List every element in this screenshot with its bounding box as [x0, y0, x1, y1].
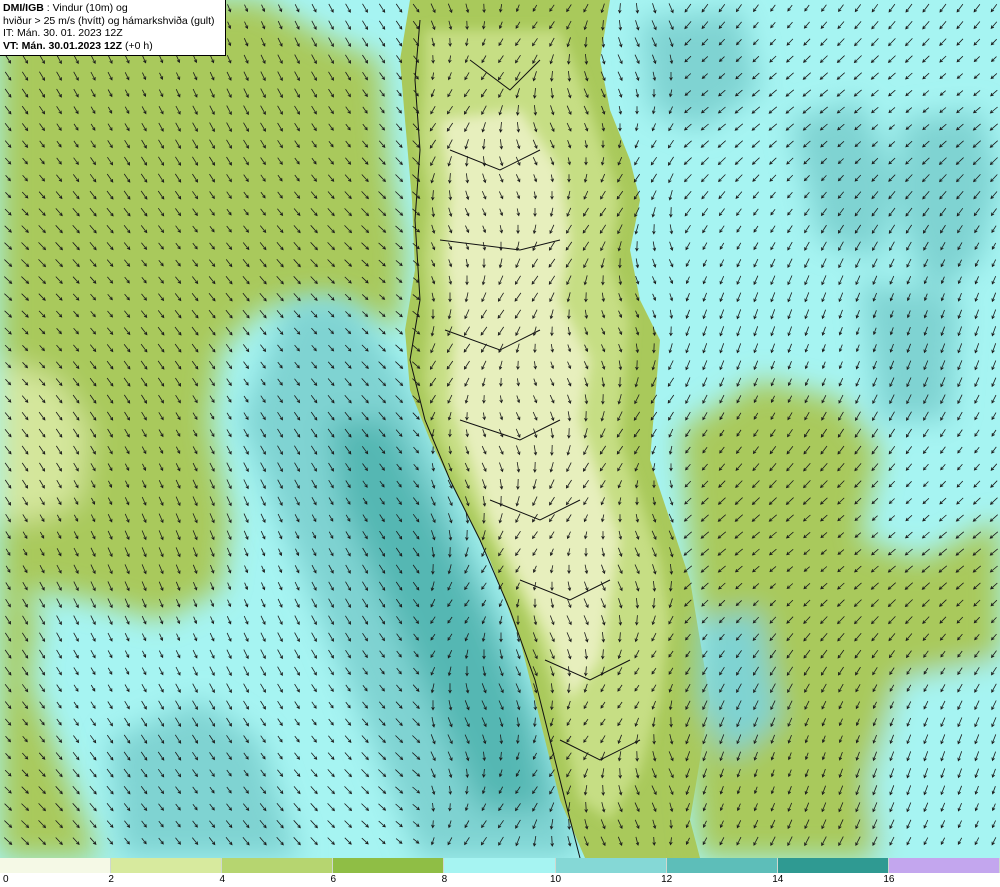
- forecast-offset: (+0 h): [122, 39, 153, 52]
- legend-bar: [0, 858, 1000, 873]
- legend-tick-label: 4: [219, 874, 225, 885]
- legend-tick-label: 6: [330, 874, 337, 885]
- legend-swatch: [555, 858, 667, 873]
- legend-swatch: [888, 858, 1000, 873]
- legend-swatch: [0, 858, 112, 873]
- legend-tick-label: 0: [3, 874, 9, 885]
- wind-map: [0, 0, 1000, 858]
- legend-swatch: [666, 858, 778, 873]
- legend-tick-label: 2: [108, 874, 114, 885]
- source-label: DMI/IGB: [3, 2, 44, 14]
- legend-swatch: [333, 858, 445, 873]
- legend-tick-label: 12: [661, 874, 673, 885]
- legend-tick-label: 14: [772, 874, 784, 885]
- info-line-1: DMI/IGB : Vindur (10m) og: [3, 2, 222, 15]
- legend-tick-label: 8: [441, 874, 448, 885]
- legend-swatch: [444, 858, 556, 873]
- legend-swatch: [777, 858, 889, 873]
- info-line-3: IT: Mán. 30. 01. 2023 12Z: [3, 27, 123, 39]
- variable-label: : Vindur (10m) og: [43, 2, 128, 14]
- info-line-2: hviður > 25 m/s (hvítt) og hámarkshviða …: [3, 14, 215, 27]
- valid-time-label: VT: Mán. 30.01.2023 12Z: [3, 39, 123, 52]
- legend-tick-label: 10: [549, 874, 562, 885]
- info-line-4: VT: Mán. 30.01.2023 12Z (+0 h): [3, 40, 222, 53]
- legend-tick-label: 16: [883, 874, 895, 885]
- map-info-box: DMI/IGB : Vindur (10m) og hviður > 25 m/…: [0, 0, 226, 56]
- legend-swatch: [111, 858, 223, 873]
- legend-swatch: [222, 858, 334, 873]
- color-legend: 0 2 4 6 8 10 12 14 16: [0, 858, 1000, 887]
